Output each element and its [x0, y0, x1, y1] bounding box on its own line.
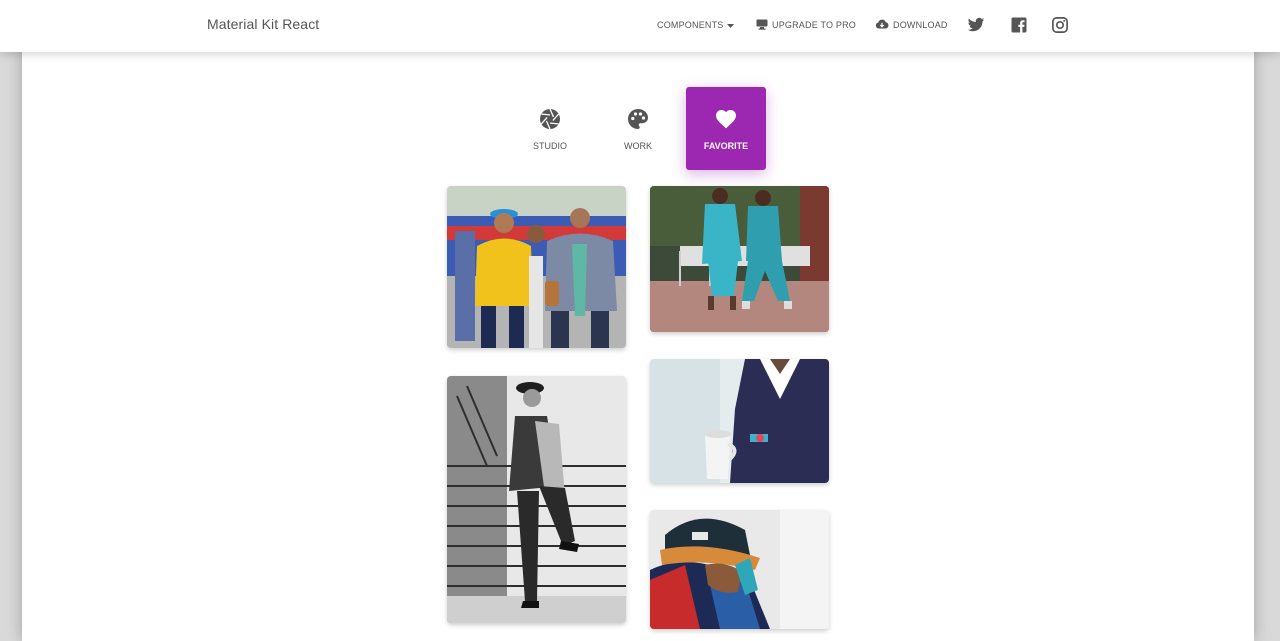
- photo-women-blue-outfits[interactable]: [650, 186, 829, 332]
- tab-studio-label: STUDIO: [532, 141, 567, 151]
- nav-download-label: DOWNLOAD: [893, 20, 948, 30]
- tab-favorite-label: FAVORITE: [703, 141, 749, 151]
- tab-favorite[interactable]: FAVORITE: [686, 87, 766, 170]
- top-navbar: Material Kit React COMPONENTS UPGRADE TO…: [0, 0, 1280, 52]
- facebook-icon[interactable]: [1010, 16, 1028, 34]
- camera-aperture-icon: [538, 107, 562, 131]
- tab-studio[interactable]: STUDIO: [510, 87, 590, 170]
- nav-links: COMPONENTS UPGRADE TO PRO DOWNLOAD: [0, 0, 1280, 52]
- cloud-download-icon: [875, 19, 893, 31]
- photo-men-yellow-suit[interactable]: [447, 186, 626, 348]
- nav-download-link[interactable]: DOWNLOAD: [875, 0, 948, 50]
- photo-woman-black-white-stairs[interactable]: [447, 376, 626, 623]
- photo-man-orange-cap[interactable]: [650, 510, 829, 629]
- nav-components-label: COMPONENTS: [657, 20, 724, 30]
- photo-man-navy-blazer-cup[interactable]: [650, 359, 829, 483]
- nav-upgrade-label: UPGRADE TO PRO: [772, 20, 856, 30]
- monitor-icon: [756, 19, 772, 32]
- instagram-icon[interactable]: [1051, 16, 1069, 34]
- caret-down-icon: [726, 20, 738, 30]
- palette-icon: [626, 107, 650, 131]
- tab-work-label: WORK: [624, 141, 652, 151]
- twitter-icon[interactable]: [967, 16, 985, 34]
- nav-upgrade-link[interactable]: UPGRADE TO PRO: [756, 0, 856, 50]
- nav-components-link[interactable]: COMPONENTS: [657, 0, 738, 50]
- heart-icon: [714, 107, 738, 131]
- tab-work[interactable]: WORK: [598, 87, 678, 170]
